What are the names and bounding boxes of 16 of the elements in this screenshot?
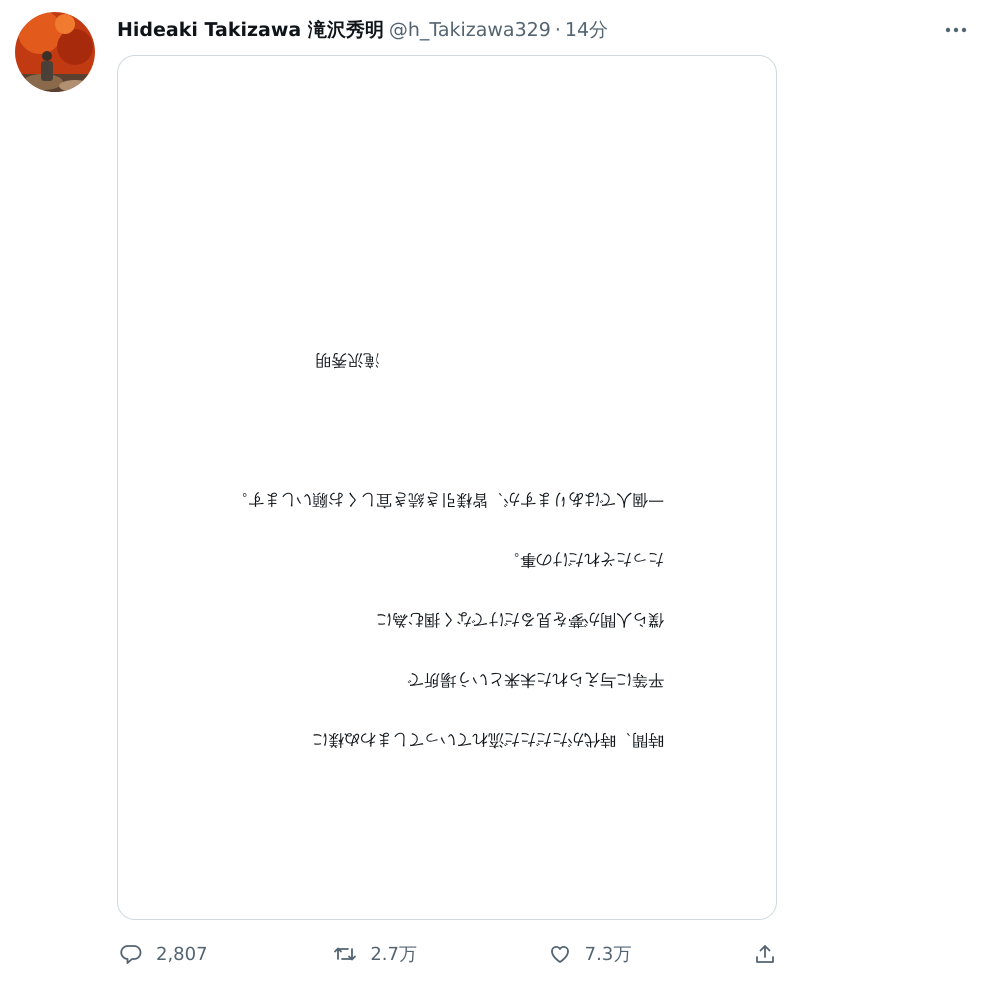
post-time[interactable]: 14分: [564, 17, 608, 43]
signature-text: 滝沢秀明: [314, 351, 380, 369]
separator-dot: ·: [554, 19, 561, 41]
action-count: 2,807: [156, 944, 208, 964]
document-card[interactable]: 時間、時代がただただ流れていってしまわぬ様に 平等に与えられた未来という場所で 僕ら人間が夢を見るだけでなく掴む為に たったそれだけの事。 一個人ではありますが、皆様引き続き宜しくお願いします。 滝沢秀明: [117, 55, 777, 920]
more-icon[interactable]: [945, 27, 967, 33]
document-line: 一個人ではありますが、皆様引き続き宜しくお願いします。: [231, 491, 664, 509]
action-count: 2.7万: [370, 943, 417, 966]
user-handle[interactable]: @h_Takizawa329: [388, 19, 551, 41]
document-line: 平等に与えられた未来という場所で: [406, 671, 664, 689]
reply-icon[interactable]: [119, 942, 143, 966]
document-line: 僕ら人間が夢を見るだけでなく掴む為に: [375, 611, 664, 629]
action-count: 7.3万: [584, 943, 632, 966]
document-line: 時間、時代がただただ流れていってしまわぬ様に: [311, 731, 664, 749]
document-line: たったそれだけの事。: [503, 551, 664, 569]
author-name[interactable]: Hideaki Takizawa 滝沢秀明: [117, 17, 384, 43]
